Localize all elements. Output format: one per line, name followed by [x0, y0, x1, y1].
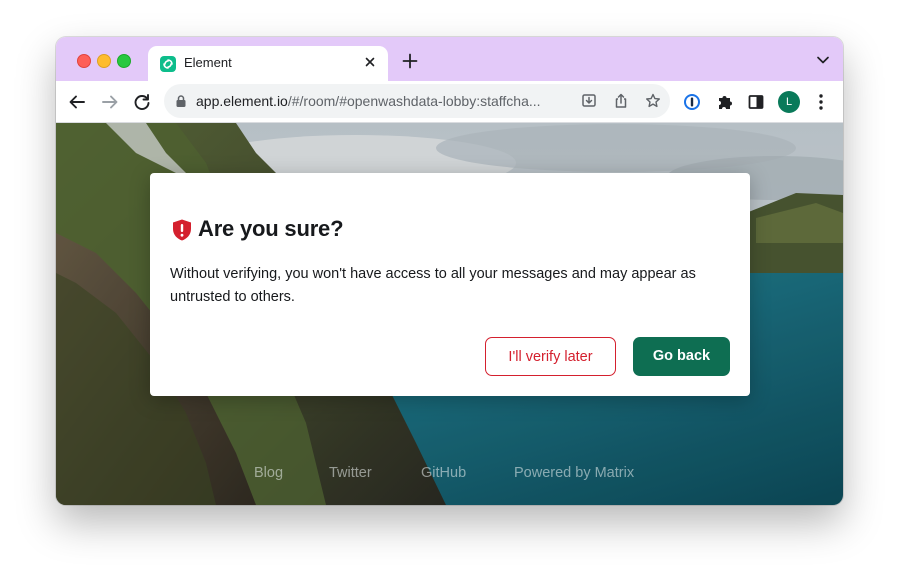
footer-link-twitter[interactable]: Twitter [329, 465, 372, 481]
bookmark-star-icon[interactable] [644, 92, 662, 110]
profile-avatar[interactable]: L [778, 91, 800, 113]
go-back-button[interactable]: Go back [633, 337, 730, 376]
lock-icon[interactable] [174, 94, 188, 108]
url-text[interactable]: app.element.io/#/room/#openwashdata-lobb… [196, 93, 541, 109]
url-host: app.element.io [196, 93, 288, 109]
dialog-title: Are you sure? [198, 216, 344, 241]
address-bar[interactable]: app.element.io/#/room/#openwashdata-lobb… [164, 84, 670, 118]
share-icon[interactable] [612, 92, 630, 110]
tab-close-icon[interactable] [362, 54, 378, 70]
dialog-message: Without verifying, you won't have access… [170, 266, 696, 305]
footer-link-matrix[interactable]: Powered by Matrix [514, 465, 634, 481]
verify-later-button[interactable]: I'll verify later [485, 337, 616, 376]
page-footer: Blog Twitter GitHub Powered by Matrix [56, 465, 843, 485]
tab-element[interactable]: Element [148, 46, 388, 81]
close-window-button[interactable] [77, 54, 91, 68]
browser-window: Element app.element.io/#/room/#openwashd… [56, 37, 843, 505]
footer-link-github[interactable]: GitHub [421, 465, 466, 481]
install-app-icon[interactable] [580, 92, 598, 110]
tab-search-chevron-icon[interactable] [815, 53, 831, 67]
url-path: /#/room/#openwashdata-lobby:staffcha... [287, 93, 541, 109]
confirm-skip-verification-dialog: Are you sure? Without verifying, you won… [150, 173, 750, 396]
forward-arrow-icon[interactable] [99, 91, 121, 113]
browser-toolbar: app.element.io/#/room/#openwashdata-lobb… [56, 81, 843, 123]
footer-link-blog[interactable]: Blog [254, 465, 283, 481]
back-arrow-icon[interactable] [66, 91, 88, 113]
side-panel-icon[interactable] [746, 92, 766, 112]
password-manager-extension-icon[interactable] [682, 92, 702, 112]
new-tab-button[interactable] [400, 51, 420, 71]
zoom-window-button[interactable] [117, 54, 131, 68]
reload-icon[interactable] [131, 91, 153, 113]
shield-warning-icon [171, 218, 193, 242]
minimize-window-button[interactable] [97, 54, 111, 68]
tab-strip: Element [56, 37, 843, 81]
tab-title: Element [184, 55, 232, 70]
more-menu-icon[interactable] [813, 92, 829, 112]
page-content: Are you sure? Without verifying, you won… [56, 123, 843, 505]
element-favicon-icon [160, 56, 176, 72]
extensions-puzzle-icon[interactable] [715, 92, 735, 112]
